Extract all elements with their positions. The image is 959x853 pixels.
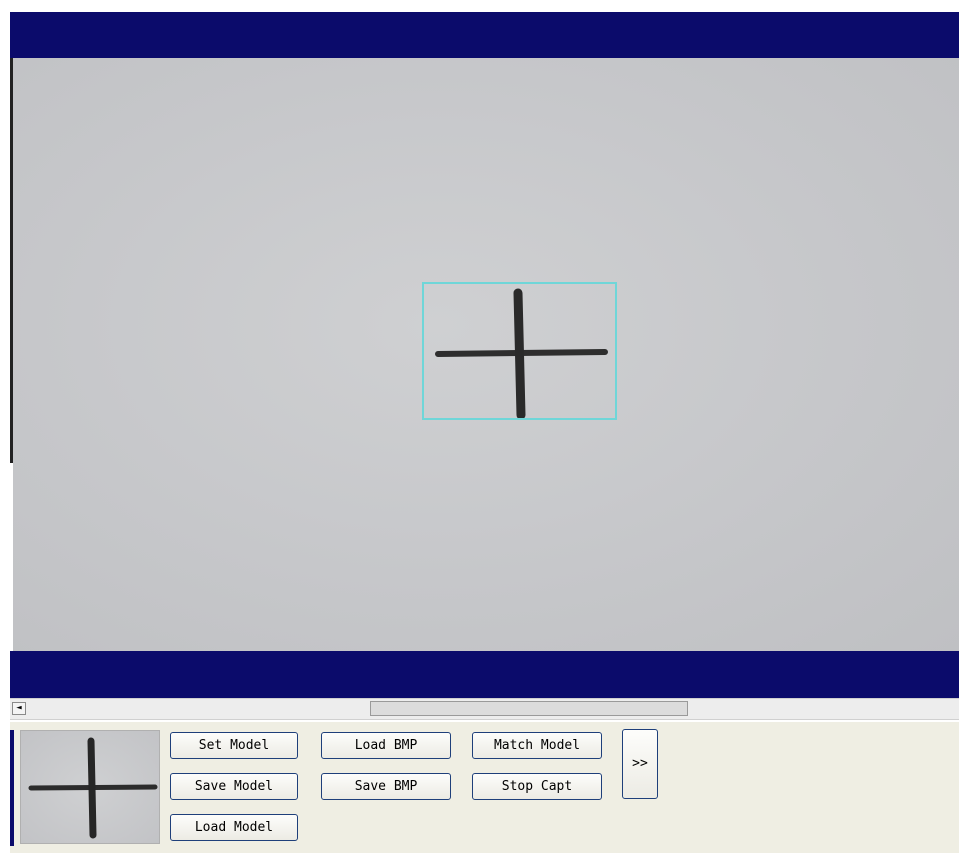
match-model-button[interactable]: Match Model <box>472 732 602 759</box>
video-bottom-bar <box>10 651 959 698</box>
save-bmp-button[interactable]: Save BMP <box>321 773 451 800</box>
save-model-button[interactable]: Save Model <box>170 773 298 800</box>
horizontal-scrollbar[interactable]: ◄ <box>10 698 959 720</box>
thumb-cross-vertical <box>87 737 97 839</box>
camera-view[interactable] <box>13 58 959 651</box>
cross-vertical-mark <box>513 288 526 420</box>
load-bmp-button[interactable]: Load BMP <box>321 732 451 759</box>
load-model-button[interactable]: Load Model <box>170 814 298 841</box>
stop-capture-button[interactable]: Stop Capt <box>472 773 602 800</box>
set-model-button[interactable]: Set Model <box>170 732 298 759</box>
video-top-bar <box>10 12 959 58</box>
scroll-thumb[interactable] <box>370 701 688 716</box>
model-thumbnail-image <box>28 737 158 839</box>
left-arrow-icon[interactable]: ◄ <box>12 702 26 715</box>
camera-image <box>422 282 617 420</box>
model-thumbnail <box>20 730 160 844</box>
panel-left-line <box>10 730 14 846</box>
expand-panel-button[interactable]: >> <box>622 729 658 799</box>
